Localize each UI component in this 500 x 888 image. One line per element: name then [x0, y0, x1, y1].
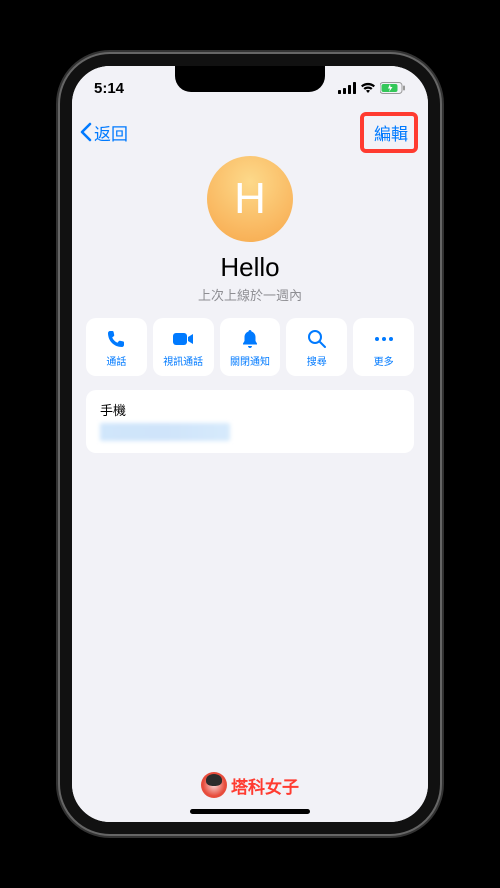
more-icon: [374, 328, 394, 350]
nav-bar: 返回 編輯: [72, 110, 428, 154]
chevron-left-icon: [80, 122, 92, 142]
contact-name: Hello: [220, 252, 279, 283]
action-row: 通話 視訊通話 關閉通知: [86, 318, 414, 376]
phone-frame: 5:14 返回 編輯: [60, 54, 440, 834]
back-button[interactable]: 返回: [80, 120, 128, 145]
search-icon: [307, 328, 327, 350]
action-label: 搜尋: [307, 353, 327, 368]
action-more[interactable]: 更多: [353, 318, 414, 376]
wifi-icon: [360, 82, 376, 94]
battery-icon: [380, 82, 406, 94]
action-label: 關閉通知: [230, 353, 270, 368]
home-indicator[interactable]: [190, 809, 310, 814]
back-label: 返回: [94, 120, 128, 145]
phone-icon: [106, 328, 126, 350]
notch: [175, 66, 325, 92]
phone-number-redacted: [100, 423, 230, 441]
avatar[interactable]: H: [207, 156, 293, 242]
action-video[interactable]: 視訊通話: [153, 318, 214, 376]
content: H Hello 上次上線於一週內 通話 視訊通話: [72, 154, 428, 822]
edit-button[interactable]: 編輯: [362, 114, 420, 151]
watermark-avatar-icon: [201, 772, 227, 798]
video-icon: [172, 328, 194, 350]
avatar-initial: H: [234, 174, 266, 224]
action-call[interactable]: 通話: [86, 318, 147, 376]
status-right: [338, 82, 406, 94]
phone-field-label: 手機: [100, 400, 400, 419]
watermark: 塔科女子: [201, 772, 299, 798]
screen: 5:14 返回 編輯: [72, 66, 428, 822]
info-card[interactable]: 手機: [86, 390, 414, 453]
action-search[interactable]: 搜尋: [286, 318, 347, 376]
action-mute[interactable]: 關閉通知: [220, 318, 281, 376]
bell-icon: [241, 328, 259, 350]
action-label: 視訊通話: [163, 353, 203, 368]
action-label: 更多: [374, 353, 394, 368]
signal-icon: [338, 82, 356, 94]
contact-subtitle: 上次上線於一週內: [198, 285, 302, 304]
action-label: 通話: [106, 353, 126, 368]
watermark-text: 塔科女子: [231, 773, 299, 798]
status-time: 5:14: [94, 80, 124, 97]
edit-button-wrap: 編輯: [362, 114, 420, 151]
